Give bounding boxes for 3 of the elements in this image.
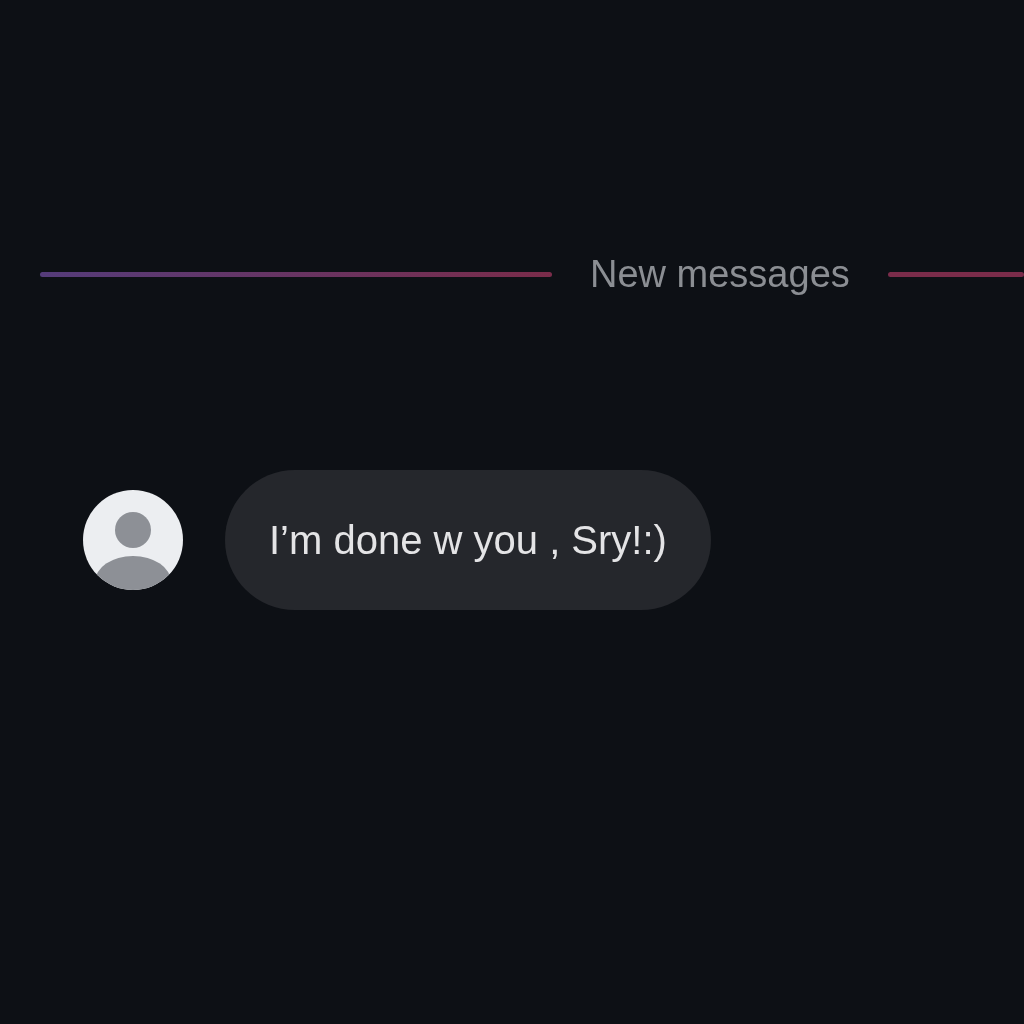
avatar-icon bbox=[83, 490, 183, 590]
new-messages-label: New messages bbox=[590, 255, 850, 293]
message-bubble: I’m done w you , Sry!:) bbox=[225, 470, 711, 610]
